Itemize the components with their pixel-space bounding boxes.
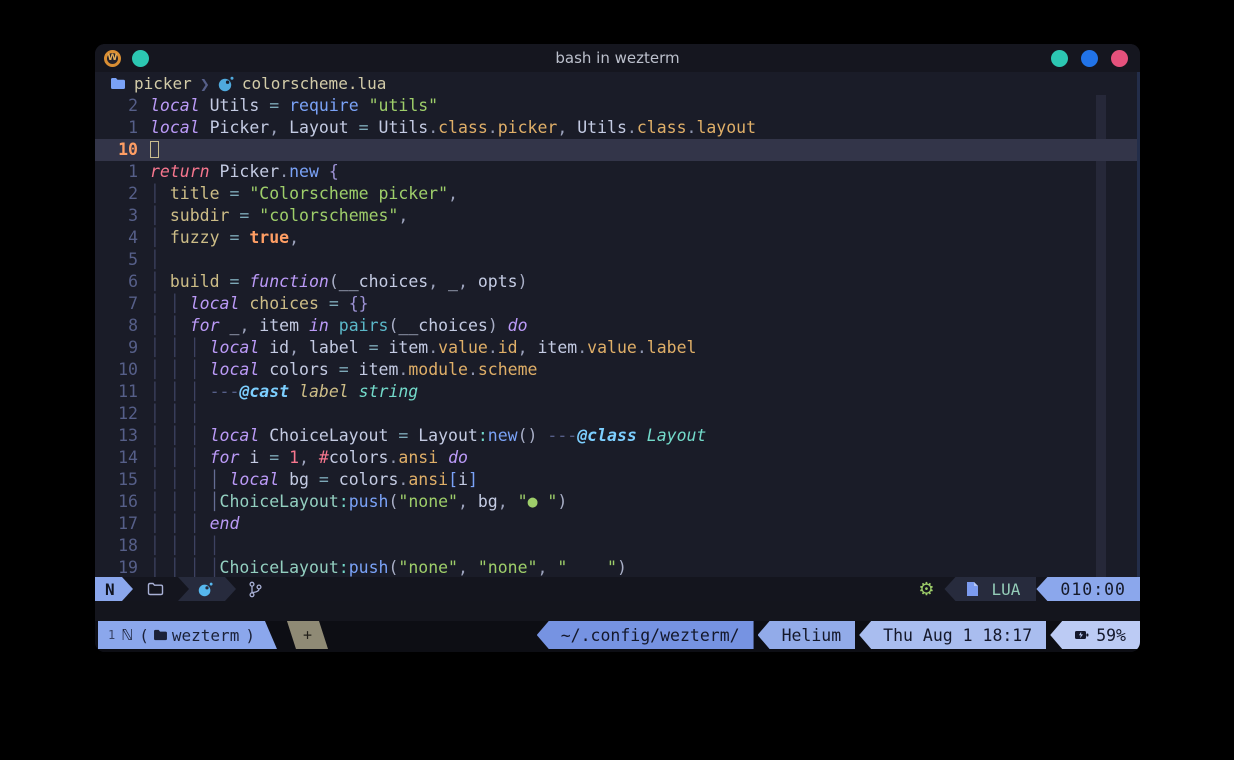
mode-indicator: N — [95, 577, 133, 601]
code-line[interactable]: 3│ subdir = "colorschemes", — [95, 205, 1140, 227]
filetype-label: LUA — [991, 580, 1020, 599]
line-number: 11 — [95, 381, 138, 403]
line-number: 13 — [95, 425, 138, 447]
tab-bar: 1 ℕ ( wezterm ) + ~/.config/wezterm/ Hel… — [95, 621, 1140, 652]
line-number: 3 — [95, 205, 138, 227]
theme-segment: Helium — [758, 621, 856, 649]
titlebar: W bash in wezterm — [95, 44, 1140, 72]
line-number: 19 — [95, 557, 138, 577]
line-number: 4 — [95, 227, 138, 249]
cursor-position: 010:00 — [1036, 577, 1140, 601]
code-line[interactable]: 13│ │ │ local ChoiceLayout = Layout:new(… — [95, 425, 1140, 447]
battery-percent: 59% — [1096, 626, 1126, 645]
code-line[interactable]: 16│ │ │ │ChoiceLayout:push("none", bg, "… — [95, 491, 1140, 513]
tab-wezterm[interactable]: 1 ℕ ( wezterm ) — [98, 621, 277, 649]
code-line[interactable]: 1return Picker.new { — [95, 161, 1140, 183]
tab-paren-close: ) — [245, 626, 255, 645]
code-line[interactable]: 15│ │ │ │ local bg = colors.ansi[i] — [95, 469, 1140, 491]
code-line[interactable]: 8│ │ for _, item in pairs(__choices) do — [95, 315, 1140, 337]
line-number: 10 — [95, 139, 138, 161]
titlebar-left-button[interactable] — [132, 50, 149, 67]
statusline: N ⚙ — [95, 577, 1140, 601]
breadcrumb-file: colorscheme.lua — [242, 74, 387, 93]
code-line[interactable]: 1local Picker, Layout = Utils.class.pick… — [95, 117, 1140, 139]
breadcrumb: picker ❯ colorscheme.lua — [95, 72, 1140, 95]
line-number: 12 — [95, 403, 138, 425]
tab-paren-open: ( — [139, 626, 149, 645]
cursor — [150, 141, 159, 158]
line-number: 10 — [95, 359, 138, 381]
git-branch-icon — [248, 581, 263, 598]
line-number: 2 — [95, 95, 138, 117]
maximize-button[interactable] — [1081, 50, 1098, 67]
tab-index: 1 — [108, 628, 115, 642]
lua-icon — [198, 582, 213, 597]
code-line[interactable]: 5│ — [95, 249, 1140, 271]
line-number: 2 — [95, 183, 138, 205]
nvim-icon: ℕ — [121, 626, 133, 644]
code-line[interactable]: 14│ │ │ for i = 1, #colors.ansi do — [95, 447, 1140, 469]
code-line[interactable]: 17│ │ │ end — [95, 513, 1140, 535]
folder-icon — [153, 629, 168, 641]
line-number: 18 — [95, 535, 138, 557]
line-number: 9 — [95, 337, 138, 359]
window-title: bash in wezterm — [95, 49, 1140, 67]
line-number: 16 — [95, 491, 138, 513]
code-line[interactable]: 9│ │ │ local id, label = item.value.id, … — [95, 337, 1140, 359]
code-line[interactable]: 10│ │ │ local colors = item.module.schem… — [95, 359, 1140, 381]
code-line[interactable]: 4│ fuzzy = true, — [95, 227, 1140, 249]
close-button[interactable] — [1111, 50, 1128, 67]
line-number: 6 — [95, 271, 138, 293]
filetype-segment — [178, 577, 236, 601]
line-number: 5 — [95, 249, 138, 271]
line-number: 17 — [95, 513, 138, 535]
wezterm-logo-icon: W — [104, 50, 121, 67]
filetype-label-segment: LUA — [944, 577, 1036, 601]
datetime-segment: Thu Aug 1 18:17 — [859, 621, 1046, 649]
editor: picker ❯ colorscheme.lua 2local Utils = … — [95, 72, 1140, 577]
line-number: 14 — [95, 447, 138, 469]
tab-label: wezterm — [172, 626, 239, 645]
code-line[interactable]: 11│ │ │ ---@cast label string — [95, 381, 1140, 403]
chevron-right-icon: ❯ — [200, 77, 210, 91]
code-line[interactable]: 7│ │ local choices = {} — [95, 293, 1140, 315]
folder-icon — [110, 77, 126, 90]
terminal-gap — [95, 601, 1140, 621]
file-icon — [966, 581, 979, 597]
cwd-segment: ~/.config/wezterm/ — [537, 621, 754, 649]
line-number: 1 — [95, 161, 138, 183]
code-line[interactable]: 19│ │ │ │ChoiceLayout:push("none", "none… — [95, 557, 1140, 577]
breadcrumb-dir: picker — [134, 74, 192, 93]
code-area: 2local Utils = require "utils"1local Pic… — [95, 95, 1140, 577]
folder-icon — [147, 582, 164, 596]
battery-segment: 59% — [1050, 621, 1140, 649]
lua-icon — [218, 76, 234, 92]
code-line[interactable]: 6│ build = function(__choices, _, opts) — [95, 271, 1140, 293]
line-number: 15 — [95, 469, 138, 491]
gear-icon[interactable]: ⚙ — [918, 579, 934, 600]
code-line[interactable]: 12│ │ │ — [95, 403, 1140, 425]
code-line[interactable]: 18│ │ │ │ — [95, 535, 1140, 557]
code-line[interactable]: 2local Utils = require "utils" — [95, 95, 1140, 117]
line-number: 8 — [95, 315, 138, 337]
line-number: 7 — [95, 293, 138, 315]
new-tab-button[interactable]: + — [287, 621, 328, 649]
code-line[interactable]: 2│ title = "Colorscheme picker", — [95, 183, 1140, 205]
line-number: 1 — [95, 117, 138, 139]
minimize-button[interactable] — [1051, 50, 1068, 67]
battery-charging-icon — [1074, 628, 1089, 642]
wezterm-window: W bash in wezterm picker ❯ colorscheme.l… — [95, 44, 1140, 652]
code-line[interactable]: 10 — [95, 139, 1140, 161]
